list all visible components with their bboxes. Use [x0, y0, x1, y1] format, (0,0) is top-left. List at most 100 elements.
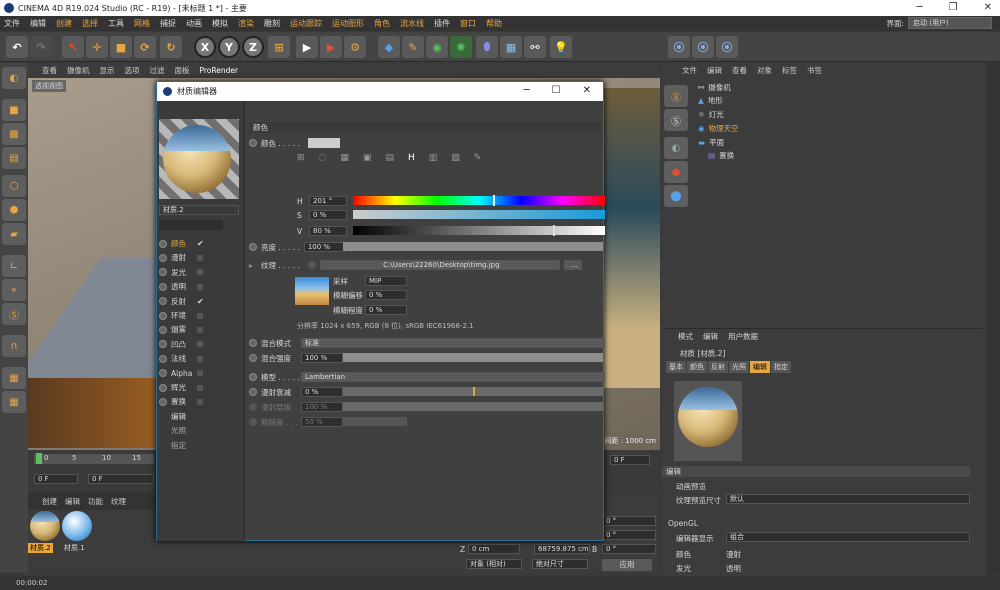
mode-icon[interactable]: ◐	[2, 67, 26, 89]
anim-dot-icon[interactable]	[249, 139, 257, 147]
current-frame-field[interactable]: 0 F	[88, 474, 154, 484]
anim-dot-icon[interactable]	[249, 354, 257, 362]
vp-menu-filter[interactable]: 过滤	[150, 65, 165, 76]
attr-menu-edit[interactable]: 编辑	[703, 331, 718, 342]
channel-item[interactable]: 透明	[159, 280, 243, 293]
object-row[interactable]: ▬ 平面	[698, 136, 724, 149]
render-view-icon[interactable]: ▶	[296, 36, 318, 58]
menu-help[interactable]: 帮助	[486, 18, 502, 29]
channel-checkbox-checked[interactable]: ✔	[197, 239, 204, 248]
undo-icon[interactable]: ↶	[6, 36, 28, 58]
subdiv-icon[interactable]: ◉	[426, 36, 448, 58]
obj-menu-file[interactable]: 文件	[682, 65, 697, 76]
size-mode-dropdown[interactable]: 绝对尺寸	[532, 559, 588, 569]
menu-edit[interactable]: 编辑	[30, 18, 46, 29]
channel-checkbox[interactable]	[197, 355, 203, 362]
rotate-icon[interactable]: ⟳	[134, 36, 156, 58]
rotate2-icon[interactable]: ↻	[160, 36, 182, 58]
object-row[interactable]: ☼ 灯光	[698, 108, 724, 121]
channel-item[interactable]: 漫射	[159, 251, 243, 264]
mat-tab-function[interactable]: 功能	[88, 496, 103, 507]
channel-checkbox[interactable]	[197, 254, 203, 261]
maximize-button[interactable]: ❐	[949, 2, 958, 13]
mat-tab-edit[interactable]: 编辑	[65, 496, 80, 507]
material-name-1[interactable]: 材质.1	[62, 543, 87, 553]
eyedropper-icon[interactable]: ✎	[474, 153, 482, 163]
channel-extra-item[interactable]: 指定	[171, 439, 255, 452]
camera-icon[interactable]: ⚯	[524, 36, 546, 58]
mix-mode-dropdown[interactable]: 标准	[301, 338, 605, 348]
picker-mix-icon[interactable]: ▥	[429, 153, 438, 163]
hue-handle[interactable]	[493, 195, 495, 206]
obj-menu-view[interactable]: 查看	[732, 65, 747, 76]
vp-menu-view[interactable]: 查看	[42, 65, 57, 76]
polygons-icon[interactable]: ▰	[2, 223, 26, 245]
blur-scale-field[interactable]: 0 %	[365, 305, 407, 315]
channel-checkbox[interactable]	[197, 398, 203, 405]
timeline-cursor[interactable]	[36, 453, 42, 464]
obj-s2-icon[interactable]: Ⓢ	[664, 109, 688, 131]
y-axis-icon[interactable]: Y	[218, 36, 240, 58]
mix-strength-slider[interactable]	[343, 353, 603, 362]
axis-icon[interactable]: ∟	[2, 255, 26, 277]
scale-icon[interactable]: ■	[110, 36, 132, 58]
obj-light-icon[interactable]: ●	[664, 161, 688, 183]
anim-dot-icon[interactable]	[249, 388, 257, 396]
texture-menu-icon[interactable]	[307, 261, 316, 269]
render-icon[interactable]: ▶	[320, 36, 342, 58]
value-handle[interactable]	[553, 225, 555, 236]
anim-preview-label[interactable]: 动画预览	[676, 481, 706, 492]
texture-thumbnail[interactable]	[295, 277, 329, 305]
dialog-minimize-button[interactable]: ─	[524, 85, 530, 96]
material-name-field[interactable]: 材质.2	[159, 205, 239, 215]
tool-b-icon[interactable]: ⦿	[692, 36, 714, 58]
channel-item[interactable]: Alpha	[159, 367, 243, 380]
picker-hsv-icon[interactable]: H	[408, 153, 415, 163]
obj-sphere-icon[interactable]: ⬤	[664, 185, 688, 207]
obj-menu-object[interactable]: 对象	[757, 65, 772, 76]
picker-image-icon[interactable]: ▦	[340, 153, 349, 163]
anim-dot-icon[interactable]	[249, 373, 257, 381]
menu-sculpt[interactable]: 雕刻	[264, 18, 280, 29]
object-row[interactable]: ⚯ 摄像机	[698, 81, 731, 94]
mat-tab-texture[interactable]: 纹理	[111, 496, 126, 507]
layout-dropdown[interactable]: 启动 (用户)	[908, 17, 992, 29]
viewport-display-dropdown[interactable]: 组合	[726, 532, 970, 542]
tool-a-icon[interactable]: ⦿	[668, 36, 690, 58]
menu-pipeline[interactable]: 流水线	[400, 18, 424, 29]
texture-arrow-icon[interactable]: ▸	[249, 261, 257, 270]
channel-checkbox[interactable]	[197, 370, 203, 377]
dialog-maximize-button[interactable]: ☐	[552, 85, 561, 96]
menu-create[interactable]: 创建	[56, 18, 72, 29]
obj-s-icon[interactable]: Ⓢ	[664, 85, 688, 107]
channel-extra-item[interactable]: 编辑	[171, 410, 255, 423]
texture-browse-button[interactable]: ...	[563, 260, 582, 270]
hue-slider[interactable]	[353, 195, 605, 206]
grid-icon[interactable]: ▦	[2, 391, 26, 413]
x-axis-icon[interactable]: X	[194, 36, 216, 58]
material-thumb-2[interactable]	[30, 511, 60, 541]
texture-path-field[interactable]: C:\Users\22260\Desktop\timg.jpg	[319, 260, 560, 270]
attr-tab-basic[interactable]: 基本	[666, 361, 686, 373]
obj-menu-tags[interactable]: 标签	[782, 65, 797, 76]
picker-spectrum-icon[interactable]: ◌	[319, 153, 327, 163]
vp-menu-options[interactable]: 选项	[125, 65, 140, 76]
picker-k-icon[interactable]: ▣	[363, 153, 372, 163]
menu-plugins[interactable]: 插件	[434, 18, 450, 29]
menu-animate[interactable]: 动画	[186, 18, 202, 29]
snap-icon[interactable]: Ⓢ	[2, 303, 26, 325]
magnet-icon[interactable]: ∩	[2, 335, 26, 357]
menu-mograph[interactable]: 运动图形	[332, 18, 364, 29]
menu-character[interactable]: 角色	[374, 18, 390, 29]
attr-tab-color[interactable]: 颜色	[687, 361, 707, 373]
timeline-ruler[interactable]: 0 5 10 15	[34, 453, 154, 464]
channel-extra-item[interactable]: 光照	[171, 424, 255, 437]
apply-button[interactable]: 应用	[602, 559, 652, 571]
channel-item[interactable]: 反射 ✔	[159, 295, 243, 308]
picker-wheel-icon[interactable]: ⊞	[297, 153, 305, 163]
channel-item[interactable]: 发光	[159, 266, 243, 279]
object-row[interactable]: ▤ 置换	[708, 149, 734, 162]
z-axis-icon[interactable]: Z	[242, 36, 264, 58]
channel-checkbox-checked[interactable]: ✔	[197, 297, 204, 306]
obj-tool-icon[interactable]: ◐	[664, 137, 688, 159]
